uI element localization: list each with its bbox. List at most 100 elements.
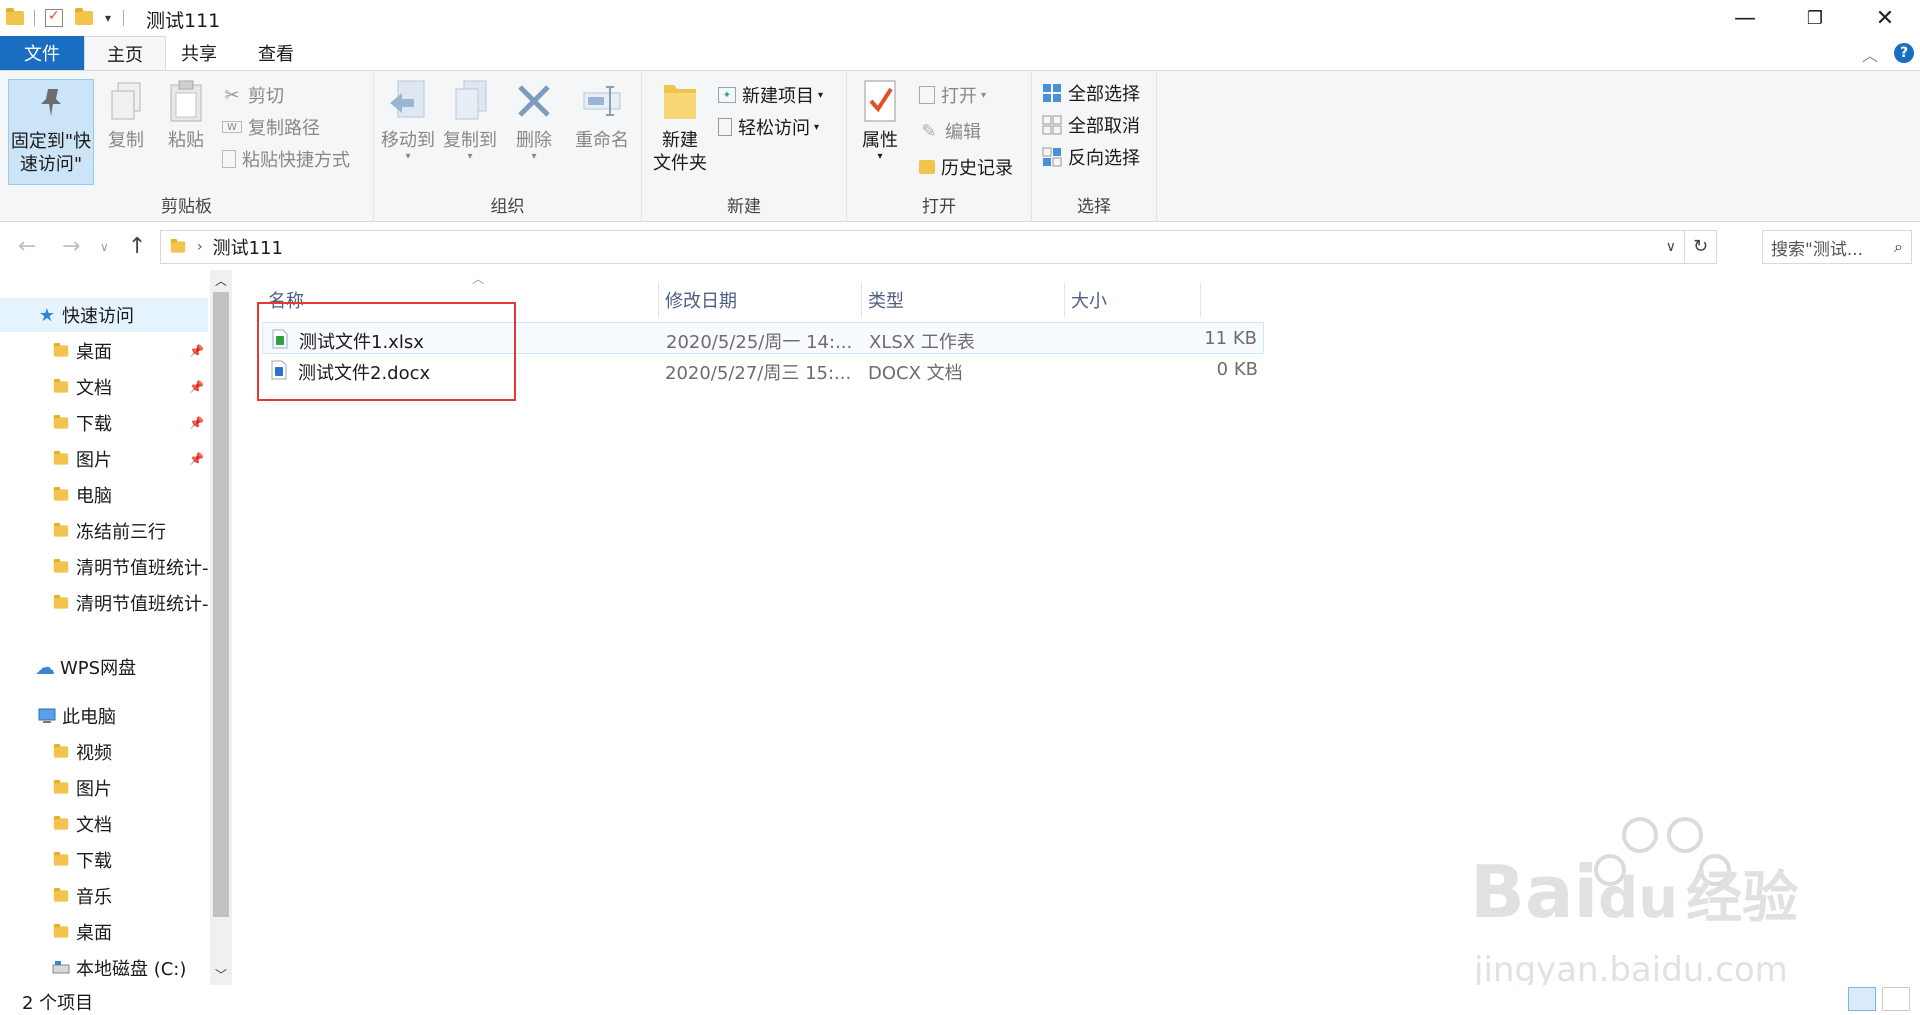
paste-shortcut-label: 粘贴快捷方式 <box>242 150 350 171</box>
search-icon[interactable]: ⌕ <box>1894 237 1903 257</box>
nav-quick-item[interactable]: 图片 📌 <box>0 442 208 476</box>
history-button[interactable]: 历史记录 <box>919 153 1013 181</box>
folder-icon <box>52 815 70 833</box>
cut-button[interactable]: ✂ 剪切 <box>222 81 284 109</box>
address-bar[interactable]: › 测试111 ∨ ↻ <box>160 230 1717 264</box>
copy-path-button[interactable]: W 复制路径 <box>222 113 320 141</box>
nav-pc-item[interactable]: 下载 <box>0 843 208 877</box>
address-dropdown-icon[interactable]: ∨ <box>1666 239 1676 255</box>
nav-pc-item[interactable]: 图片 <box>0 771 208 805</box>
tab-view[interactable]: 查看 <box>240 36 312 70</box>
nav-pc-item[interactable]: 视频 <box>0 735 208 769</box>
nav-quick-item[interactable]: 电脑 <box>0 478 208 512</box>
copy-to-button[interactable]: 复制到 ▾ <box>442 79 498 162</box>
delete-button[interactable]: 删除 ▾ <box>512 79 556 162</box>
pin-icon[interactable]: 📌 <box>189 344 204 358</box>
invert-selection-icon <box>1042 147 1062 167</box>
maximize-button[interactable]: ❐ <box>1780 0 1850 36</box>
file-type: DOCX 文档 <box>868 363 963 384</box>
separator <box>123 10 125 26</box>
search-placeholder: 搜索"测试... <box>1771 239 1864 260</box>
forward-arrow-icon[interactable]: → <box>62 234 80 259</box>
nav-pc-item[interactable]: 桌面 <box>0 915 208 949</box>
nav-pc-item-label: 图片 <box>76 779 112 800</box>
nav-quick-item[interactable]: 桌面 📌 <box>0 334 208 368</box>
refresh-icon[interactable]: ↻ <box>1684 231 1716 263</box>
paste-shortcut-button[interactable]: 粘贴快捷方式 <box>222 145 350 173</box>
copy-button[interactable]: 复制 <box>104 79 148 152</box>
details-view-icon[interactable] <box>1848 987 1876 1011</box>
move-to-button[interactable]: 移动到 ▾ <box>380 79 436 162</box>
select-all-button[interactable]: 全部选择 <box>1042 79 1140 107</box>
clipboard-group-label: 剪贴板 <box>161 197 212 217</box>
column-date[interactable]: 修改日期 <box>659 282 862 318</box>
pin-icon[interactable]: 📌 <box>189 380 204 394</box>
new-folder-button[interactable]: 新建 文件夹 <box>652 79 708 175</box>
address-row: ← → ∨ ↑ › 测试111 ∨ ↻ 搜索"测试... ⌕ <box>0 224 1920 270</box>
navigation-pane: ★ 快速访问 桌面 📌 文档 📌 下载 📌 图片 📌 电脑 冻结前三行 清明节值班统计- 清明节值班统… <box>0 270 210 985</box>
properties-quick-icon[interactable]: ✓ <box>45 8 63 27</box>
nav-quick-item-label: 下载 <box>76 414 112 435</box>
large-icons-view-icon[interactable] <box>1882 987 1910 1011</box>
help-icon[interactable]: ? <box>1894 43 1914 63</box>
new-item-button[interactable]: ✦ 新建项目 ▾ <box>718 81 823 109</box>
column-type[interactable]: 类型 <box>862 282 1065 318</box>
breadcrumb-folder[interactable]: 测试111 <box>213 234 283 260</box>
select-all-label: 全部选择 <box>1068 84 1140 105</box>
pin-quick-access-button[interactable]: 固定到"快 速访问" <box>8 79 94 185</box>
customize-toolbar-icon[interactable]: ▾ <box>105 11 111 25</box>
nav-quick-access[interactable]: ★ 快速访问 <box>0 298 208 332</box>
folder-icon <box>52 486 70 504</box>
nav-wps-drive[interactable]: ☁ WPS网盘 <box>0 650 208 684</box>
close-button[interactable]: ✕ <box>1850 0 1920 36</box>
rename-button[interactable]: 重命名 <box>572 79 632 152</box>
file-date: 2020/5/25/周一 14:... <box>666 332 853 353</box>
edit-button[interactable]: ✎ 编辑 <box>919 117 981 145</box>
new-folder-icon <box>658 79 702 123</box>
folder-icon <box>52 522 70 540</box>
folder-icon <box>52 851 70 869</box>
select-none-button[interactable]: 全部取消 <box>1042 111 1140 139</box>
minimize-icon: — <box>1734 5 1756 31</box>
collapse-ribbon-icon[interactable]: ︿ <box>1862 42 1878 66</box>
nav-quick-item-label: 清明节值班统计- <box>76 594 208 615</box>
breadcrumb-chevron-icon[interactable]: › <box>197 239 203 255</box>
paste-button[interactable]: 粘贴 <box>164 79 208 152</box>
select-group-label: 选择 <box>1077 197 1111 217</box>
scroll-up-icon[interactable]: ︿ <box>215 272 227 289</box>
pin-icon[interactable]: 📌 <box>189 452 204 466</box>
search-input[interactable]: 搜索"测试... ⌕ <box>1762 230 1912 264</box>
restore-icon: ❐ <box>1806 7 1824 29</box>
new-folder-quick-icon[interactable] <box>75 8 93 25</box>
scroll-down-icon[interactable]: ﹀ <box>215 966 227 983</box>
edit-icon: ✎ <box>921 120 937 142</box>
tab-share[interactable]: 共享 <box>166 36 232 70</box>
minimize-button[interactable]: — <box>1710 0 1780 36</box>
tab-home[interactable]: 主页 <box>84 36 166 71</box>
tab-file[interactable]: 文件 <box>0 36 84 70</box>
pin-icon[interactable]: 📌 <box>189 416 204 430</box>
nav-pc-item[interactable]: 本地磁盘 (C:) <box>0 951 208 985</box>
nav-quick-item[interactable]: 冻结前三行 <box>0 514 208 548</box>
nav-pc-item[interactable]: 音乐 <box>0 879 208 913</box>
item-count: 2 个项目 <box>22 993 94 1014</box>
back-arrow-icon[interactable]: ← <box>18 234 36 259</box>
nav-quick-item[interactable]: 文档 📌 <box>0 370 208 404</box>
nav-quick-item[interactable]: 清明节值班统计- <box>0 586 208 620</box>
scrollbar-thumb[interactable] <box>213 292 229 917</box>
nav-this-pc[interactable]: 此电脑 <box>0 699 208 733</box>
nav-quick-item[interactable]: 下载 📌 <box>0 406 208 440</box>
status-bar: 2 个项目 <box>0 985 1920 1014</box>
nav-quick-item[interactable]: 清明节值班统计- <box>0 550 208 584</box>
up-arrow-icon[interactable]: ↑ <box>128 234 146 259</box>
properties-button[interactable]: 属性 ▾ <box>855 79 905 162</box>
easy-access-button[interactable]: 轻松访问 ▾ <box>718 113 819 141</box>
nav-scrollbar[interactable]: ︿ ﹀ <box>210 270 232 985</box>
dropdown-icon: ▾ <box>981 89 987 101</box>
recent-locations-icon[interactable]: ∨ <box>100 240 109 254</box>
open-button[interactable]: 打开 ▾ <box>919 81 986 109</box>
folder-icon <box>52 743 70 761</box>
invert-selection-button[interactable]: 反向选择 <box>1042 143 1140 171</box>
nav-pc-item[interactable]: 文档 <box>0 807 208 841</box>
column-size[interactable]: 大小 <box>1065 282 1201 318</box>
